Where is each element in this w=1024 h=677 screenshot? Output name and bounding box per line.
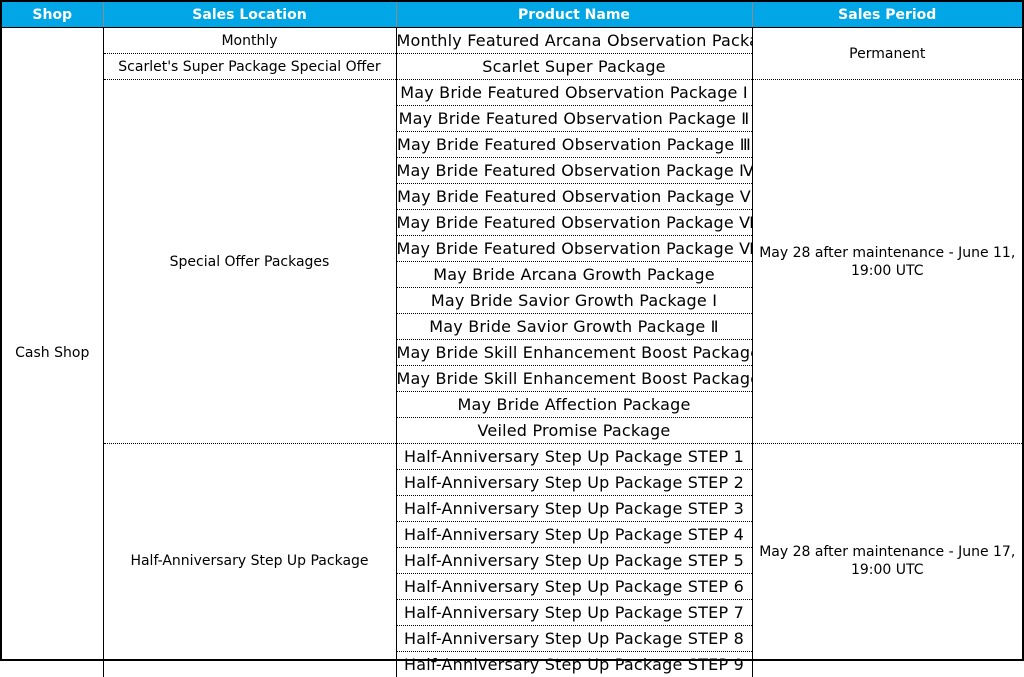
sales-period-cell: May 28 after maintenance - June 11, 19:0… (752, 80, 1022, 444)
product-name-cell: May Bride Featured Observation Package Ⅴ (396, 184, 752, 210)
sales-table-frame: Shop Sales Location Product Name Sales P… (0, 0, 1024, 661)
product-name-cell: Veiled Promise Package (396, 418, 752, 444)
product-name-cell: Half-Anniversary Step Up Package STEP 4 (396, 522, 752, 548)
header-row: Shop Sales Location Product Name Sales P… (2, 2, 1022, 28)
product-name-cell: Half-Anniversary Step Up Package STEP 1 (396, 444, 752, 470)
product-name-cell: Half-Anniversary Step Up Package STEP 2 (396, 470, 752, 496)
sales-location-cell: Half-Anniversary Step Up Package (103, 444, 396, 677)
sales-location-cell: Scarlet's Super Package Special Offer (103, 54, 396, 80)
product-name-cell: May Bride Featured Observation Package Ⅳ (396, 158, 752, 184)
header-product-name: Product Name (396, 2, 752, 28)
product-name-cell: May Bride Featured Observation Package Ⅶ (396, 236, 752, 262)
product-name-cell: Monthly Featured Arcana Observation Pack… (396, 28, 752, 54)
sales-table: Shop Sales Location Product Name Sales P… (2, 2, 1022, 677)
product-name-cell: Scarlet Super Package (396, 54, 752, 80)
shop-cell: Cash Shop (2, 28, 103, 677)
product-name-cell: May Bride Skill Enhancement Boost Packag… (396, 340, 752, 366)
product-name-cell: Half-Anniversary Step Up Package STEP 8 (396, 626, 752, 652)
product-name-cell: Half-Anniversary Step Up Package STEP 5 (396, 548, 752, 574)
header-sales-location: Sales Location (103, 2, 396, 28)
product-name-cell: May Bride Featured Observation Package Ⅵ (396, 210, 752, 236)
product-name-cell: Half-Anniversary Step Up Package STEP 9 (396, 652, 752, 677)
product-name-cell: May Bride Featured Observation Package Ⅲ (396, 132, 752, 158)
product-name-cell: May Bride Arcana Growth Package (396, 262, 752, 288)
product-name-cell: May Bride Affection Package (396, 392, 752, 418)
product-name-cell: May Bride Savior Growth Package Ⅱ (396, 314, 752, 340)
product-name-cell: Half-Anniversary Step Up Package STEP 3 (396, 496, 752, 522)
product-name-cell: Half-Anniversary Step Up Package STEP 6 (396, 574, 752, 600)
header-sales-period: Sales Period (752, 2, 1022, 28)
header-shop: Shop (2, 2, 103, 28)
table-row: Cash Shop Monthly Monthly Featured Arcan… (2, 28, 1022, 54)
sales-period-cell: May 28 after maintenance - June 17, 19:0… (752, 444, 1022, 677)
product-name-cell: May Bride Skill Enhancement Boost Packag… (396, 366, 752, 392)
sales-location-cell: Special Offer Packages (103, 80, 396, 444)
table-row: Special Offer Packages May Bride Feature… (2, 80, 1022, 106)
product-name-cell: May Bride Savior Growth Package Ⅰ (396, 288, 752, 314)
product-name-cell: May Bride Featured Observation Package Ⅰ (396, 80, 752, 106)
table-row: Half-Anniversary Step Up Package Half-An… (2, 444, 1022, 470)
sales-location-cell: Monthly (103, 28, 396, 54)
sales-period-cell: Permanent (752, 28, 1022, 80)
product-name-cell: May Bride Featured Observation Package Ⅱ (396, 106, 752, 132)
product-name-cell: Half-Anniversary Step Up Package STEP 7 (396, 600, 752, 626)
